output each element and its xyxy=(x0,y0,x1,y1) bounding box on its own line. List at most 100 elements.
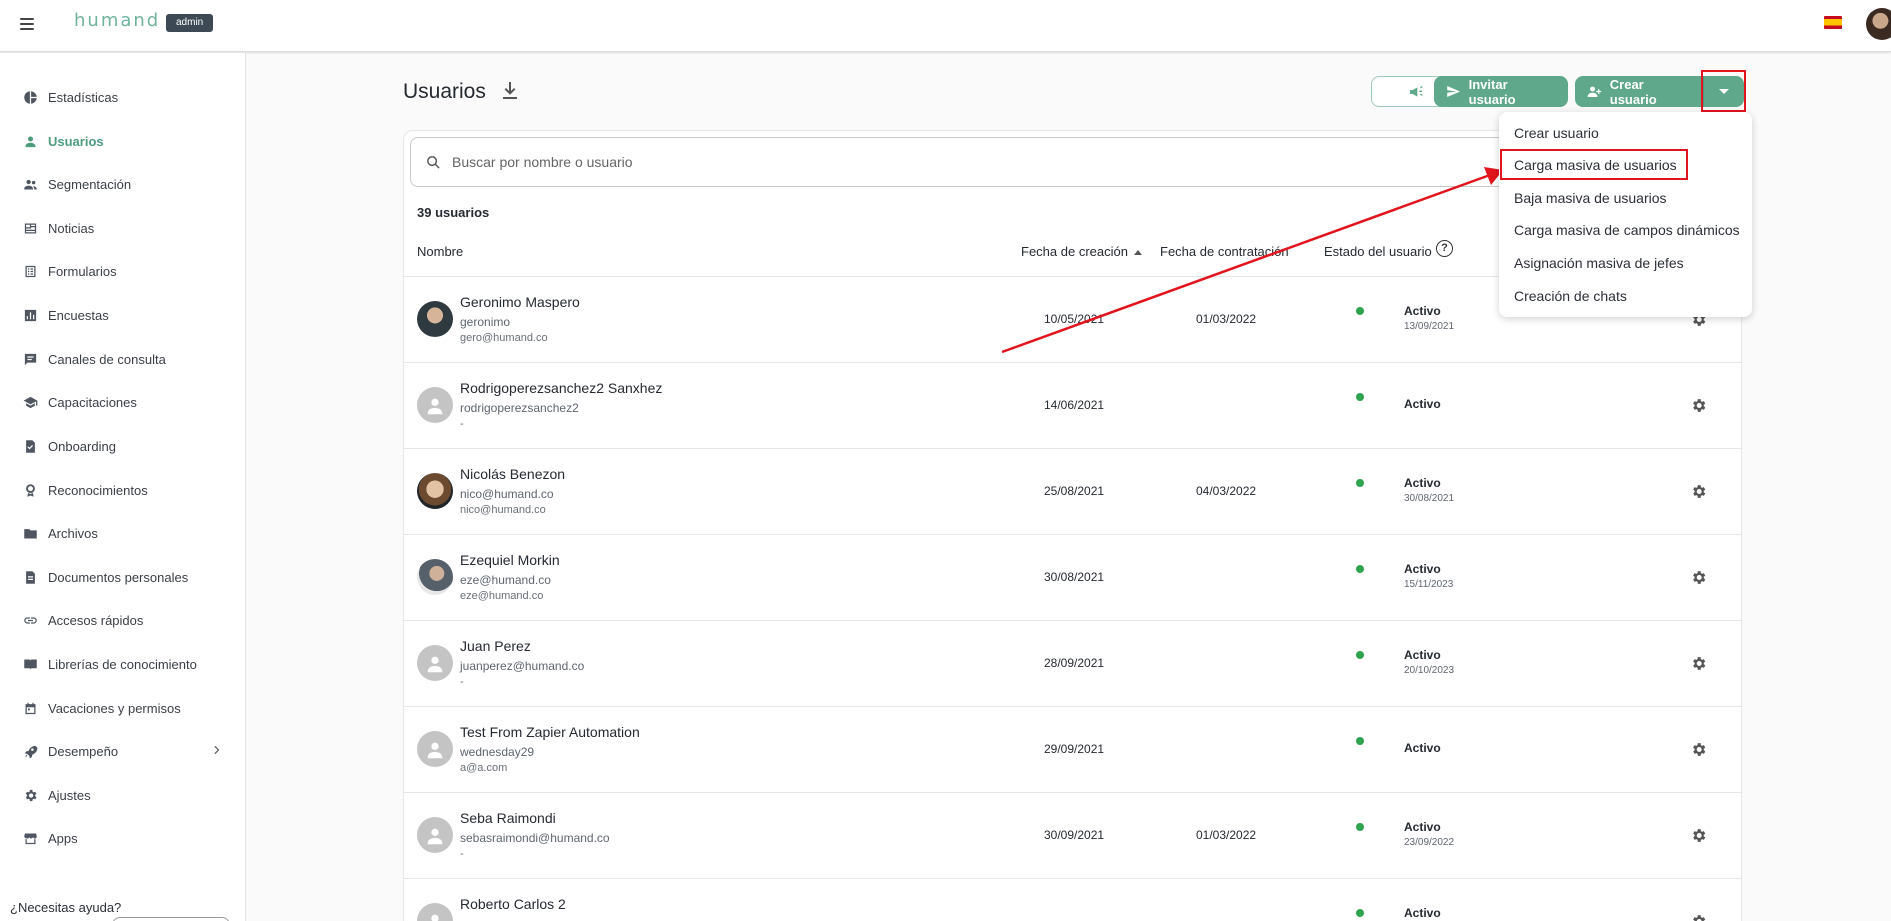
row-settings-gear-icon[interactable] xyxy=(1690,827,1707,844)
menu-icon[interactable] xyxy=(20,14,40,34)
status-badge: Activo xyxy=(1404,741,1441,755)
status-dot xyxy=(1356,823,1364,831)
sidebar-item-documentos[interactable]: Documentos personales xyxy=(0,561,246,593)
sidebar-item-accesos[interactable]: Accesos rápidos xyxy=(0,604,246,636)
create-user-button[interactable]: Crear usuario xyxy=(1575,76,1705,107)
sidebar-item-estadisticas[interactable]: Estadísticas xyxy=(0,81,246,113)
sidebar-item-archivos[interactable]: Archivos xyxy=(0,517,246,549)
row-settings-gear-icon[interactable] xyxy=(1690,397,1707,414)
create-user-dropdown-toggle[interactable] xyxy=(1703,76,1744,107)
user-name: Rodrigoperezsanchez2 Sanxhez xyxy=(460,380,663,396)
sidebar-item-label: Desempeño xyxy=(48,743,119,759)
app-logo[interactable]: humand xyxy=(74,10,160,31)
pie-chart-icon xyxy=(22,89,38,105)
created-date: 28/09/2021 xyxy=(1044,656,1105,670)
table-row[interactable]: Seba Raimondi sebasraimondi@humand.co - … xyxy=(404,792,1741,878)
table-row[interactable]: Rodrigoperezsanchez2 Sanxhez rodrigopere… xyxy=(404,362,1741,448)
sidebar-item-label: Encuestas xyxy=(48,307,109,323)
user-email: - xyxy=(460,418,464,430)
sidebar-item-encuestas[interactable]: Encuestas xyxy=(0,299,246,331)
user-username: eze@humand.co xyxy=(460,573,551,587)
menu-item-baja-masiva-usuarios[interactable]: Baja masiva de usuarios xyxy=(1514,190,1667,206)
status-badge: Activo xyxy=(1404,648,1441,662)
column-header-hired[interactable]: Fecha de contratación xyxy=(1160,244,1289,259)
user-username: nico@humand.co xyxy=(460,487,554,501)
status-dot xyxy=(1356,737,1364,745)
caret-down-icon xyxy=(1719,89,1729,94)
menu-item-carga-masiva-usuarios[interactable]: Carga masiva de usuarios xyxy=(1514,157,1677,173)
status-dot xyxy=(1356,565,1364,573)
sidebar-item-ajustes[interactable]: Ajustes xyxy=(0,779,246,811)
sidebar-item-apps[interactable]: Apps xyxy=(0,822,246,854)
admin-badge: admin xyxy=(166,14,214,32)
column-header-created[interactable]: Fecha de creación xyxy=(1021,244,1142,259)
search-box[interactable] xyxy=(410,137,1550,187)
group-icon xyxy=(22,176,38,192)
status-date: 30/08/2021 xyxy=(1404,493,1455,504)
status-date: 23/09/2022 xyxy=(1404,837,1455,848)
row-settings-gear-icon[interactable] xyxy=(1690,655,1707,672)
avatar xyxy=(417,817,453,853)
sidebar-item-label: Archivos xyxy=(48,525,98,541)
status-date: 13/09/2021 xyxy=(1404,321,1455,332)
sidebar-item-vacaciones[interactable]: Vacaciones y permisos xyxy=(0,692,246,724)
status-badge: Activo xyxy=(1404,304,1441,318)
sidebar-item-reconocimientos[interactable]: Reconocimientos xyxy=(0,474,246,506)
row-settings-gear-icon[interactable] xyxy=(1690,483,1707,500)
table-row[interactable]: Ezequiel Morkin eze@humand.co eze@humand… xyxy=(404,534,1741,620)
status-badge: Activo xyxy=(1404,397,1441,411)
table-row[interactable]: Nicolás Benezon nico@humand.co nico@huma… xyxy=(404,448,1741,534)
column-header-status[interactable]: Estado del usuario xyxy=(1324,244,1432,259)
help-circle-icon[interactable]: ? xyxy=(1436,240,1453,257)
row-settings-gear-icon[interactable] xyxy=(1690,741,1707,758)
person-placeholder-icon xyxy=(427,828,443,845)
status-badge: Activo xyxy=(1404,820,1441,834)
avatar[interactable] xyxy=(1866,8,1891,40)
status-badge: Activo xyxy=(1404,562,1441,576)
avatar xyxy=(417,473,453,509)
sidebar-item-librerias[interactable]: Librerías de conocimiento xyxy=(0,648,246,680)
sidebar-item-capacitaciones[interactable]: Capacitaciones xyxy=(0,386,246,418)
menu-item-crear-usuario[interactable]: Crear usuario xyxy=(1514,125,1599,141)
sidebar-item-onboarding[interactable]: Onboarding xyxy=(0,430,246,462)
sidebar-item-label: Reconocimientos xyxy=(48,482,148,498)
menu-item-asignacion-masiva-jefes[interactable]: Asignación masiva de jefes xyxy=(1514,255,1684,271)
help-button[interactable] xyxy=(112,917,230,921)
sidebar-item-label: Onboarding xyxy=(48,438,116,454)
column-header-name[interactable]: Nombre xyxy=(417,244,463,259)
sidebar-item-label: Segmentación xyxy=(48,176,132,192)
menu-item-carga-masiva-campos[interactable]: Carga masiva de campos dinámicos xyxy=(1514,222,1740,238)
sidebar-item-desempeno[interactable]: Desempeño xyxy=(0,735,246,767)
sidebar-item-label: Estadísticas xyxy=(48,89,119,105)
sidebar-item-label: Capacitaciones xyxy=(48,394,137,410)
sidebar-item-formularios[interactable]: Formularios xyxy=(0,255,246,287)
user-username: sebasraimondi@humand.co xyxy=(460,831,610,845)
sidebar-item-usuarios[interactable]: Usuarios xyxy=(0,125,246,157)
table-row[interactable]: Juan Perez juanperez@humand.co - 28/09/2… xyxy=(404,620,1741,706)
sidebar-item-noticias[interactable]: Noticias xyxy=(0,212,246,244)
person-placeholder-icon xyxy=(431,914,439,921)
person-placeholder-icon xyxy=(427,656,443,673)
created-date: 10/05/2021 xyxy=(1044,312,1105,326)
document-icon xyxy=(22,569,38,585)
sidebar-item-canales[interactable]: Canales de consulta xyxy=(0,343,246,375)
status-dot xyxy=(1356,393,1364,401)
sidebar-item-label: Ajustes xyxy=(48,787,91,803)
download-icon[interactable] xyxy=(502,82,518,100)
sidebar-item-segmentacion[interactable]: Segmentación xyxy=(0,168,246,200)
status-dot xyxy=(1356,479,1364,487)
calendar-icon xyxy=(22,700,38,716)
table-row[interactable]: Roberto Carlos 2 Activo xyxy=(404,878,1741,921)
row-settings-gear-icon[interactable] xyxy=(1690,569,1707,586)
row-settings-gear-icon[interactable] xyxy=(1690,913,1707,921)
user-username: rodrigoperezsanchez2 xyxy=(460,401,579,415)
spain-flag-icon[interactable] xyxy=(1824,16,1842,29)
store-icon xyxy=(22,830,38,846)
menu-item-creacion-chats[interactable]: Creación de chats xyxy=(1514,288,1627,304)
sidebar-item-label: Noticias xyxy=(48,220,95,236)
created-date: 29/09/2021 xyxy=(1044,742,1105,756)
book-icon xyxy=(22,656,38,672)
table-row[interactable]: Test From Zapier Automation wednesday29 … xyxy=(404,706,1741,792)
invite-user-button[interactable]: Invitar usuario xyxy=(1434,76,1568,107)
search-input[interactable] xyxy=(452,154,1352,170)
